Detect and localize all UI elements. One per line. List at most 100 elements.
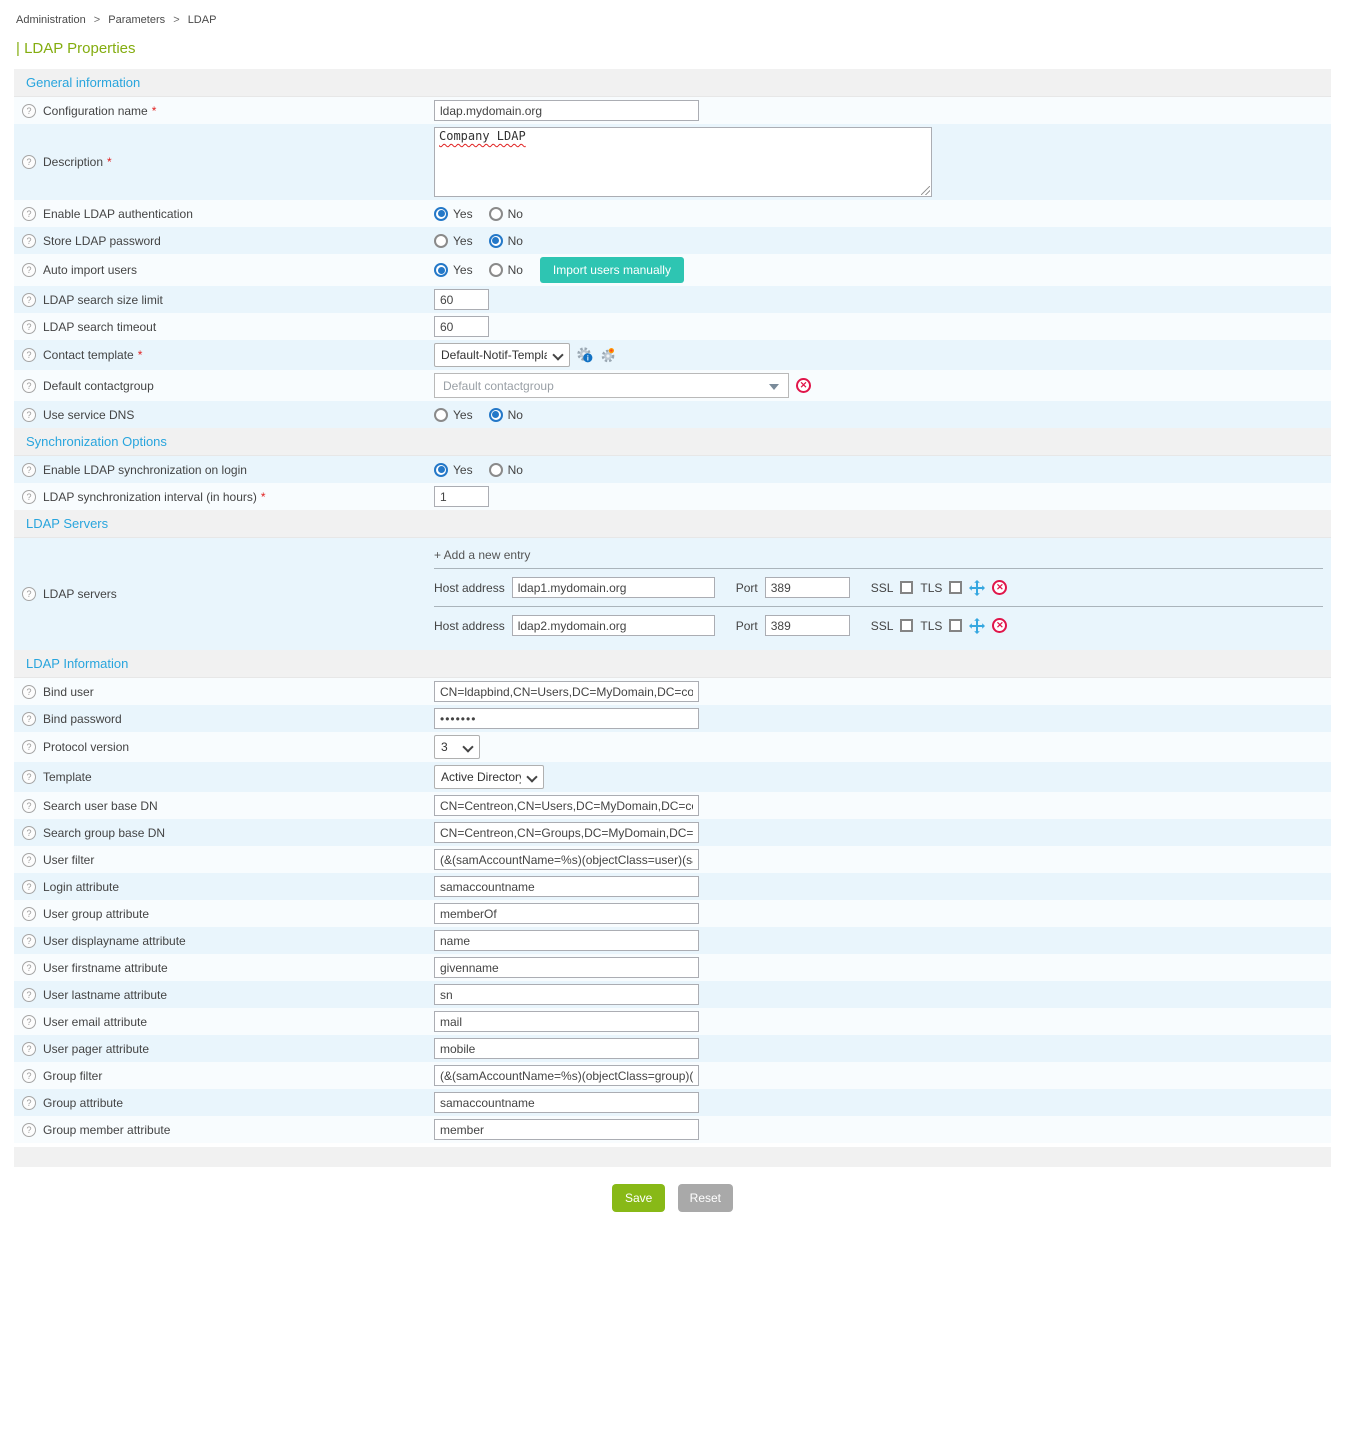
- help-icon[interactable]: [22, 1015, 36, 1029]
- search-user-base-dn-input[interactable]: [434, 795, 699, 816]
- user-group-attribute-input[interactable]: [434, 903, 699, 924]
- help-icon[interactable]: [22, 826, 36, 840]
- row-ldap-servers: LDAP servers + Add a new entry Host addr…: [14, 538, 1331, 650]
- user-pager-attribute-input[interactable]: [434, 1038, 699, 1059]
- group-member-attribute-input[interactable]: [434, 1119, 699, 1140]
- ssl-label: SSL: [871, 619, 894, 633]
- radio-no[interactable]: No: [489, 207, 523, 221]
- ldap-search-timeout-input[interactable]: [434, 316, 489, 337]
- field-label: User firstname attribute: [43, 961, 168, 975]
- save-button[interactable]: Save: [612, 1184, 665, 1212]
- row-ldap-search-timeout: LDAP search timeout: [14, 313, 1331, 340]
- help-icon[interactable]: [22, 234, 36, 248]
- delete-entry-icon[interactable]: [992, 618, 1007, 633]
- help-icon[interactable]: [22, 320, 36, 334]
- row-protocol-version: Protocol version 3: [14, 732, 1331, 762]
- help-icon[interactable]: [22, 348, 36, 362]
- host-address-input-2[interactable]: [512, 615, 715, 636]
- radio-no[interactable]: No: [489, 463, 523, 477]
- field-label: Bind password: [43, 712, 122, 726]
- help-icon[interactable]: [22, 961, 36, 975]
- delete-entry-icon[interactable]: [992, 580, 1007, 595]
- page-title: | LDAP Properties: [16, 40, 1331, 57]
- help-icon[interactable]: [22, 770, 36, 784]
- help-icon[interactable]: [22, 799, 36, 813]
- help-icon[interactable]: [22, 853, 36, 867]
- ldap-sync-interval-input[interactable]: [434, 486, 489, 507]
- help-icon[interactable]: [22, 104, 36, 118]
- help-icon[interactable]: [22, 155, 36, 169]
- help-icon[interactable]: [22, 880, 36, 894]
- template-select[interactable]: Active Directory: [434, 765, 544, 789]
- radio-label: No: [508, 234, 523, 248]
- user-displayname-attribute-input[interactable]: [434, 930, 699, 951]
- port-input-2[interactable]: [765, 615, 850, 636]
- help-icon[interactable]: [22, 463, 36, 477]
- breadcrumb-item-ldap[interactable]: LDAP: [188, 14, 217, 26]
- field-label: Enable LDAP authentication: [43, 207, 193, 221]
- help-icon[interactable]: [22, 379, 36, 393]
- help-icon[interactable]: [22, 490, 36, 504]
- user-email-attribute-input[interactable]: [434, 1011, 699, 1032]
- bind-password-input[interactable]: [434, 708, 699, 729]
- field-label: Template: [43, 770, 92, 784]
- user-lastname-attribute-input[interactable]: [434, 984, 699, 1005]
- user-firstname-attribute-input[interactable]: [434, 957, 699, 978]
- host-address-input-1[interactable]: [512, 577, 715, 598]
- help-icon[interactable]: [22, 988, 36, 1002]
- help-icon[interactable]: [22, 1123, 36, 1137]
- help-icon[interactable]: [22, 1096, 36, 1110]
- radio-no[interactable]: No: [489, 263, 523, 277]
- radio-yes[interactable]: Yes: [434, 263, 473, 277]
- help-icon[interactable]: [22, 685, 36, 699]
- search-group-base-dn-input[interactable]: [434, 822, 699, 843]
- description-textarea[interactable]: Company LDAP: [434, 127, 932, 197]
- radio-yes[interactable]: Yes: [434, 463, 473, 477]
- ssl-checkbox-2[interactable]: [900, 619, 913, 632]
- help-icon[interactable]: [22, 1042, 36, 1056]
- reset-button[interactable]: Reset: [678, 1184, 733, 1212]
- import-users-manually-button[interactable]: Import users manually: [540, 257, 684, 283]
- tls-checkbox-2[interactable]: [949, 619, 962, 632]
- radio-yes[interactable]: Yes: [434, 207, 473, 221]
- help-icon[interactable]: [22, 587, 36, 601]
- help-icon[interactable]: [22, 1069, 36, 1083]
- group-attribute-input[interactable]: [434, 1092, 699, 1113]
- radio-yes[interactable]: Yes: [434, 234, 473, 248]
- configuration-name-input[interactable]: [434, 100, 699, 121]
- contact-template-select[interactable]: Default-Notif-Template: [434, 343, 570, 367]
- default-contactgroup-select[interactable]: Default contactgroup: [434, 373, 789, 398]
- radio-no[interactable]: No: [489, 234, 523, 248]
- help-icon[interactable]: [22, 740, 36, 754]
- breadcrumb-item-parameters[interactable]: Parameters: [108, 14, 165, 26]
- help-icon[interactable]: [22, 293, 36, 307]
- move-entry-icon[interactable]: [969, 618, 985, 634]
- user-filter-input[interactable]: [434, 849, 699, 870]
- bind-user-input[interactable]: [434, 681, 699, 702]
- help-icon[interactable]: [22, 263, 36, 277]
- field-label: Default contactgroup: [43, 379, 154, 393]
- ssl-checkbox-1[interactable]: [900, 581, 913, 594]
- breadcrumb-item-administration[interactable]: Administration: [16, 14, 86, 26]
- row-ldap-sync-interval: LDAP synchronization interval (in hours)…: [14, 483, 1331, 510]
- help-icon[interactable]: [22, 907, 36, 921]
- radio-label: Yes: [453, 408, 473, 422]
- port-input-1[interactable]: [765, 577, 850, 598]
- group-filter-input[interactable]: [434, 1065, 699, 1086]
- gear-info-icon[interactable]: i: [577, 347, 593, 363]
- tls-checkbox-1[interactable]: [949, 581, 962, 594]
- add-new-entry-link[interactable]: + Add a new entry: [434, 544, 1323, 569]
- protocol-version-select[interactable]: 3: [434, 735, 480, 759]
- gear-settings-icon[interactable]: [600, 347, 616, 363]
- help-icon[interactable]: [22, 712, 36, 726]
- radio-no[interactable]: No: [489, 408, 523, 422]
- ldap-search-size-limit-input[interactable]: [434, 289, 489, 310]
- radio-yes[interactable]: Yes: [434, 408, 473, 422]
- move-entry-icon[interactable]: [969, 580, 985, 596]
- clear-contactgroup-icon[interactable]: [796, 378, 811, 393]
- help-icon[interactable]: [22, 408, 36, 422]
- login-attribute-input[interactable]: [434, 876, 699, 897]
- row-use-service-dns: Use service DNS Yes No: [14, 401, 1331, 428]
- help-icon[interactable]: [22, 207, 36, 221]
- help-icon[interactable]: [22, 934, 36, 948]
